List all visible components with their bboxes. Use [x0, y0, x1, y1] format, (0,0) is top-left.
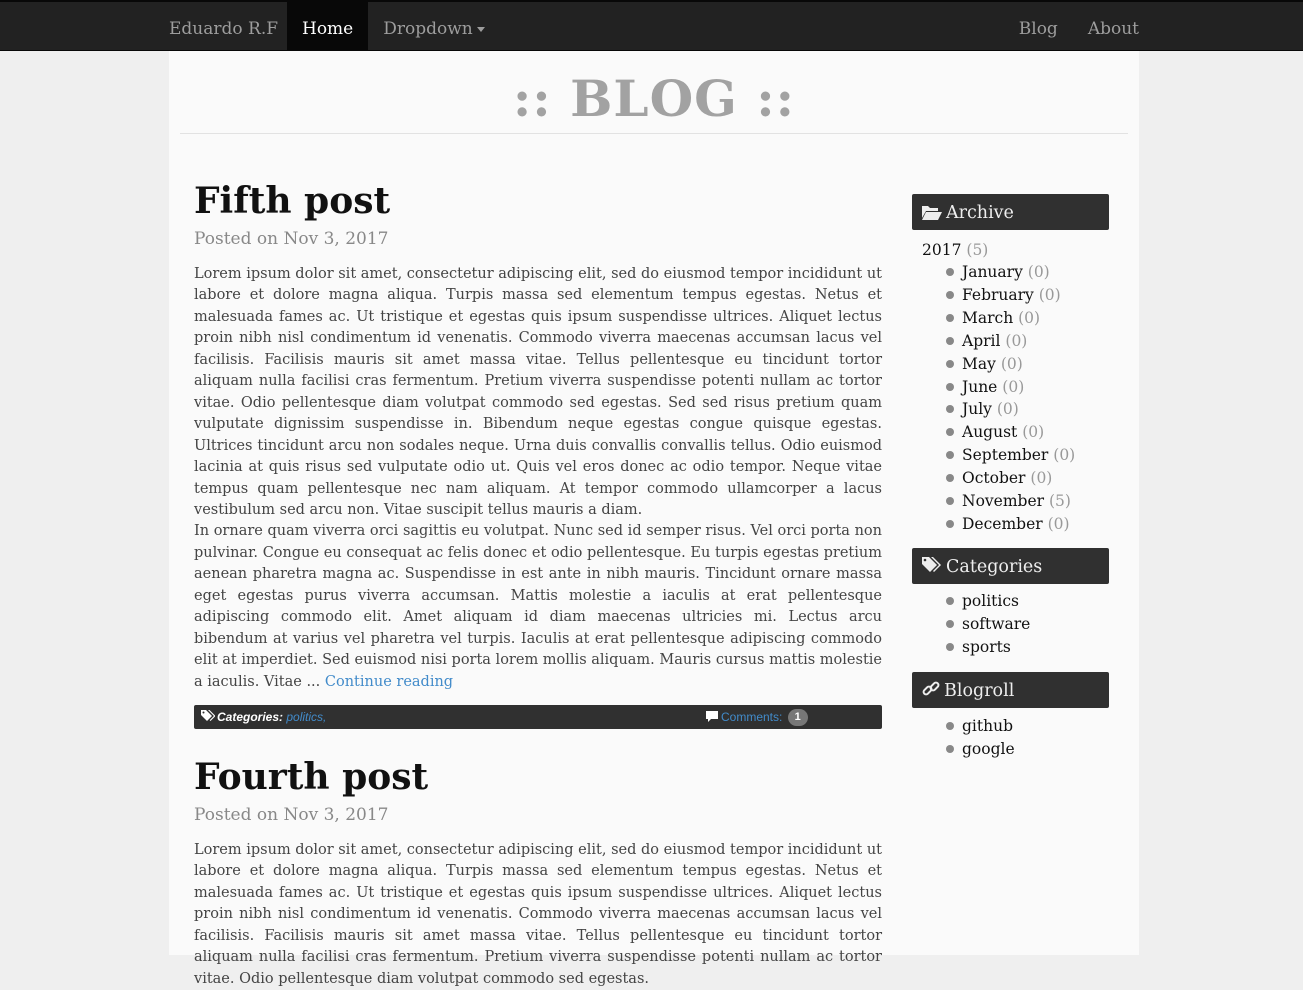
archive-title: Archive [946, 203, 1014, 223]
month-name: July [962, 400, 992, 419]
archive-header: Archive [912, 194, 1109, 230]
nav-home-link[interactable]: Home [287, 2, 369, 51]
nav-left: Home Dropdown [287, 2, 500, 51]
month-count: (0) [1005, 331, 1028, 350]
post-categories: Categories: politics, [201, 705, 326, 730]
month-name: August [962, 423, 1018, 442]
archive-month-item[interactable]: February (0) [946, 284, 1109, 307]
month-name: September [962, 446, 1049, 465]
nav-dropdown-label: Dropdown [383, 19, 473, 39]
month-name: December [962, 514, 1043, 533]
archive-month-item[interactable]: March (0) [946, 307, 1109, 330]
month-name: May [962, 354, 996, 373]
page-title: :: BLOG :: [512, 69, 796, 128]
month-name: October [962, 469, 1026, 488]
caret-down-icon [476, 27, 485, 32]
month-name: November [962, 492, 1045, 511]
categories-label: Categories: [217, 710, 284, 725]
post-date: Posted on Nov 3, 2017 [194, 229, 389, 249]
post-date: Posted on Nov 3, 2017 [194, 805, 389, 825]
blogroll-item[interactable]: google [946, 738, 1109, 761]
category-item[interactable]: software [946, 613, 1109, 636]
link-icon [922, 681, 940, 696]
post-footer: Categories: politics, Comments: 1 [194, 705, 882, 730]
month-count: (0) [1002, 377, 1025, 396]
tags-icon [201, 706, 216, 730]
month-count: (0) [1053, 446, 1076, 465]
nav-dropdown-toggle[interactable]: Dropdown [368, 2, 500, 51]
archive-month-item[interactable]: July (0) [946, 398, 1109, 421]
year-label: 2017 [922, 241, 962, 259]
post-excerpt: Lorem ipsum dolor sit amet, consectetur … [194, 840, 882, 990]
post-title[interactable]: Fourth post [194, 755, 882, 799]
post-paragraph: Lorem ipsum dolor sit amet, consectetur … [194, 266, 882, 518]
comment-icon [706, 706, 718, 730]
month-count: (0) [1027, 263, 1050, 281]
month-name: March [962, 308, 1014, 327]
categories-title: Categories [946, 556, 1043, 577]
month-name: February [962, 285, 1034, 304]
folder-open-icon [922, 205, 942, 220]
month-count: (0) [1047, 514, 1070, 533]
archive-month-item[interactable]: October (0) [946, 467, 1109, 490]
blogroll-header: Blogroll [912, 671, 1109, 708]
brand-link[interactable]: Eduardo R.F [169, 2, 278, 51]
comments-count-badge: 1 [787, 709, 808, 727]
categories-list: politics software sports [912, 590, 1109, 659]
nav-about-link[interactable]: About [1073, 2, 1139, 51]
archive-month-item[interactable]: April (0) [946, 330, 1109, 353]
category-item[interactable]: politics [946, 590, 1109, 613]
post-paragraph: Lorem ipsum dolor sit amet, consectetur … [194, 842, 882, 987]
sidebar: Archive 2017 (5) January (0) February (0… [912, 194, 1109, 760]
blogroll-title: Blogroll [944, 680, 1015, 701]
archive-month-item[interactable]: November (5) [946, 490, 1109, 513]
nav-right: Blog About [1004, 2, 1139, 51]
category-link[interactable]: politics, [286, 710, 326, 724]
categories-header: Categories [912, 547, 1109, 584]
category-item[interactable]: sports [946, 636, 1109, 659]
archive-month-item[interactable]: May (0) [946, 353, 1109, 376]
blogroll-item[interactable]: github [946, 715, 1109, 738]
post-title[interactable]: Fifth post [194, 179, 882, 223]
month-count: (0) [1022, 423, 1045, 442]
post-paragraph-text: In ornare quam viverra orci sagittis eu … [194, 523, 882, 690]
archive-month-item[interactable]: December (0) [946, 513, 1109, 536]
post-paragraph: In ornare quam viverra orci sagittis eu … [194, 521, 882, 693]
top-navbar: Eduardo R.F Home Dropdown Blog About [0, 0, 1303, 51]
archive-year[interactable]: 2017 (5) [922, 239, 1109, 261]
month-count: (0) [1018, 308, 1041, 327]
archive-month-item[interactable]: January (0) [946, 261, 1109, 284]
continue-reading-link[interactable]: Continue reading [325, 674, 453, 690]
post: Fifth post Posted on Nov 3, 2017 Lorem i… [194, 179, 882, 730]
month-count: (0) [1038, 285, 1061, 304]
main-container: :: BLOG :: Fifth post Posted on Nov 3, 2… [169, 51, 1139, 987]
nav-blog-link[interactable]: Blog [1004, 2, 1073, 51]
archive-month-item[interactable]: August (0) [946, 421, 1109, 444]
month-count: (5) [1048, 492, 1071, 511]
archive-month-item[interactable]: June (0) [946, 376, 1109, 399]
comments-label: Comments: [721, 710, 783, 725]
tags-icon [922, 557, 941, 573]
comments-link[interactable]: Comments: 1 [706, 705, 808, 730]
navbar-inner: Eduardo R.F Home Dropdown Blog About [169, 2, 1139, 51]
post-excerpt: Lorem ipsum dolor sit amet, consectetur … [194, 264, 882, 693]
archive-month-list: January (0) February (0) March (0) April… [912, 261, 1109, 536]
month-count: (0) [996, 400, 1019, 419]
year-count: (5) [966, 241, 989, 259]
month-name: June [962, 377, 998, 396]
blogroll-list: github google [912, 715, 1109, 761]
month-name: January [962, 263, 1023, 281]
page-header: :: BLOG :: [180, 51, 1128, 134]
month-count: (0) [1030, 469, 1053, 488]
month-name: April [962, 331, 1001, 350]
month-count: (0) [1000, 354, 1023, 373]
archive-month-item[interactable]: September (0) [946, 444, 1109, 467]
